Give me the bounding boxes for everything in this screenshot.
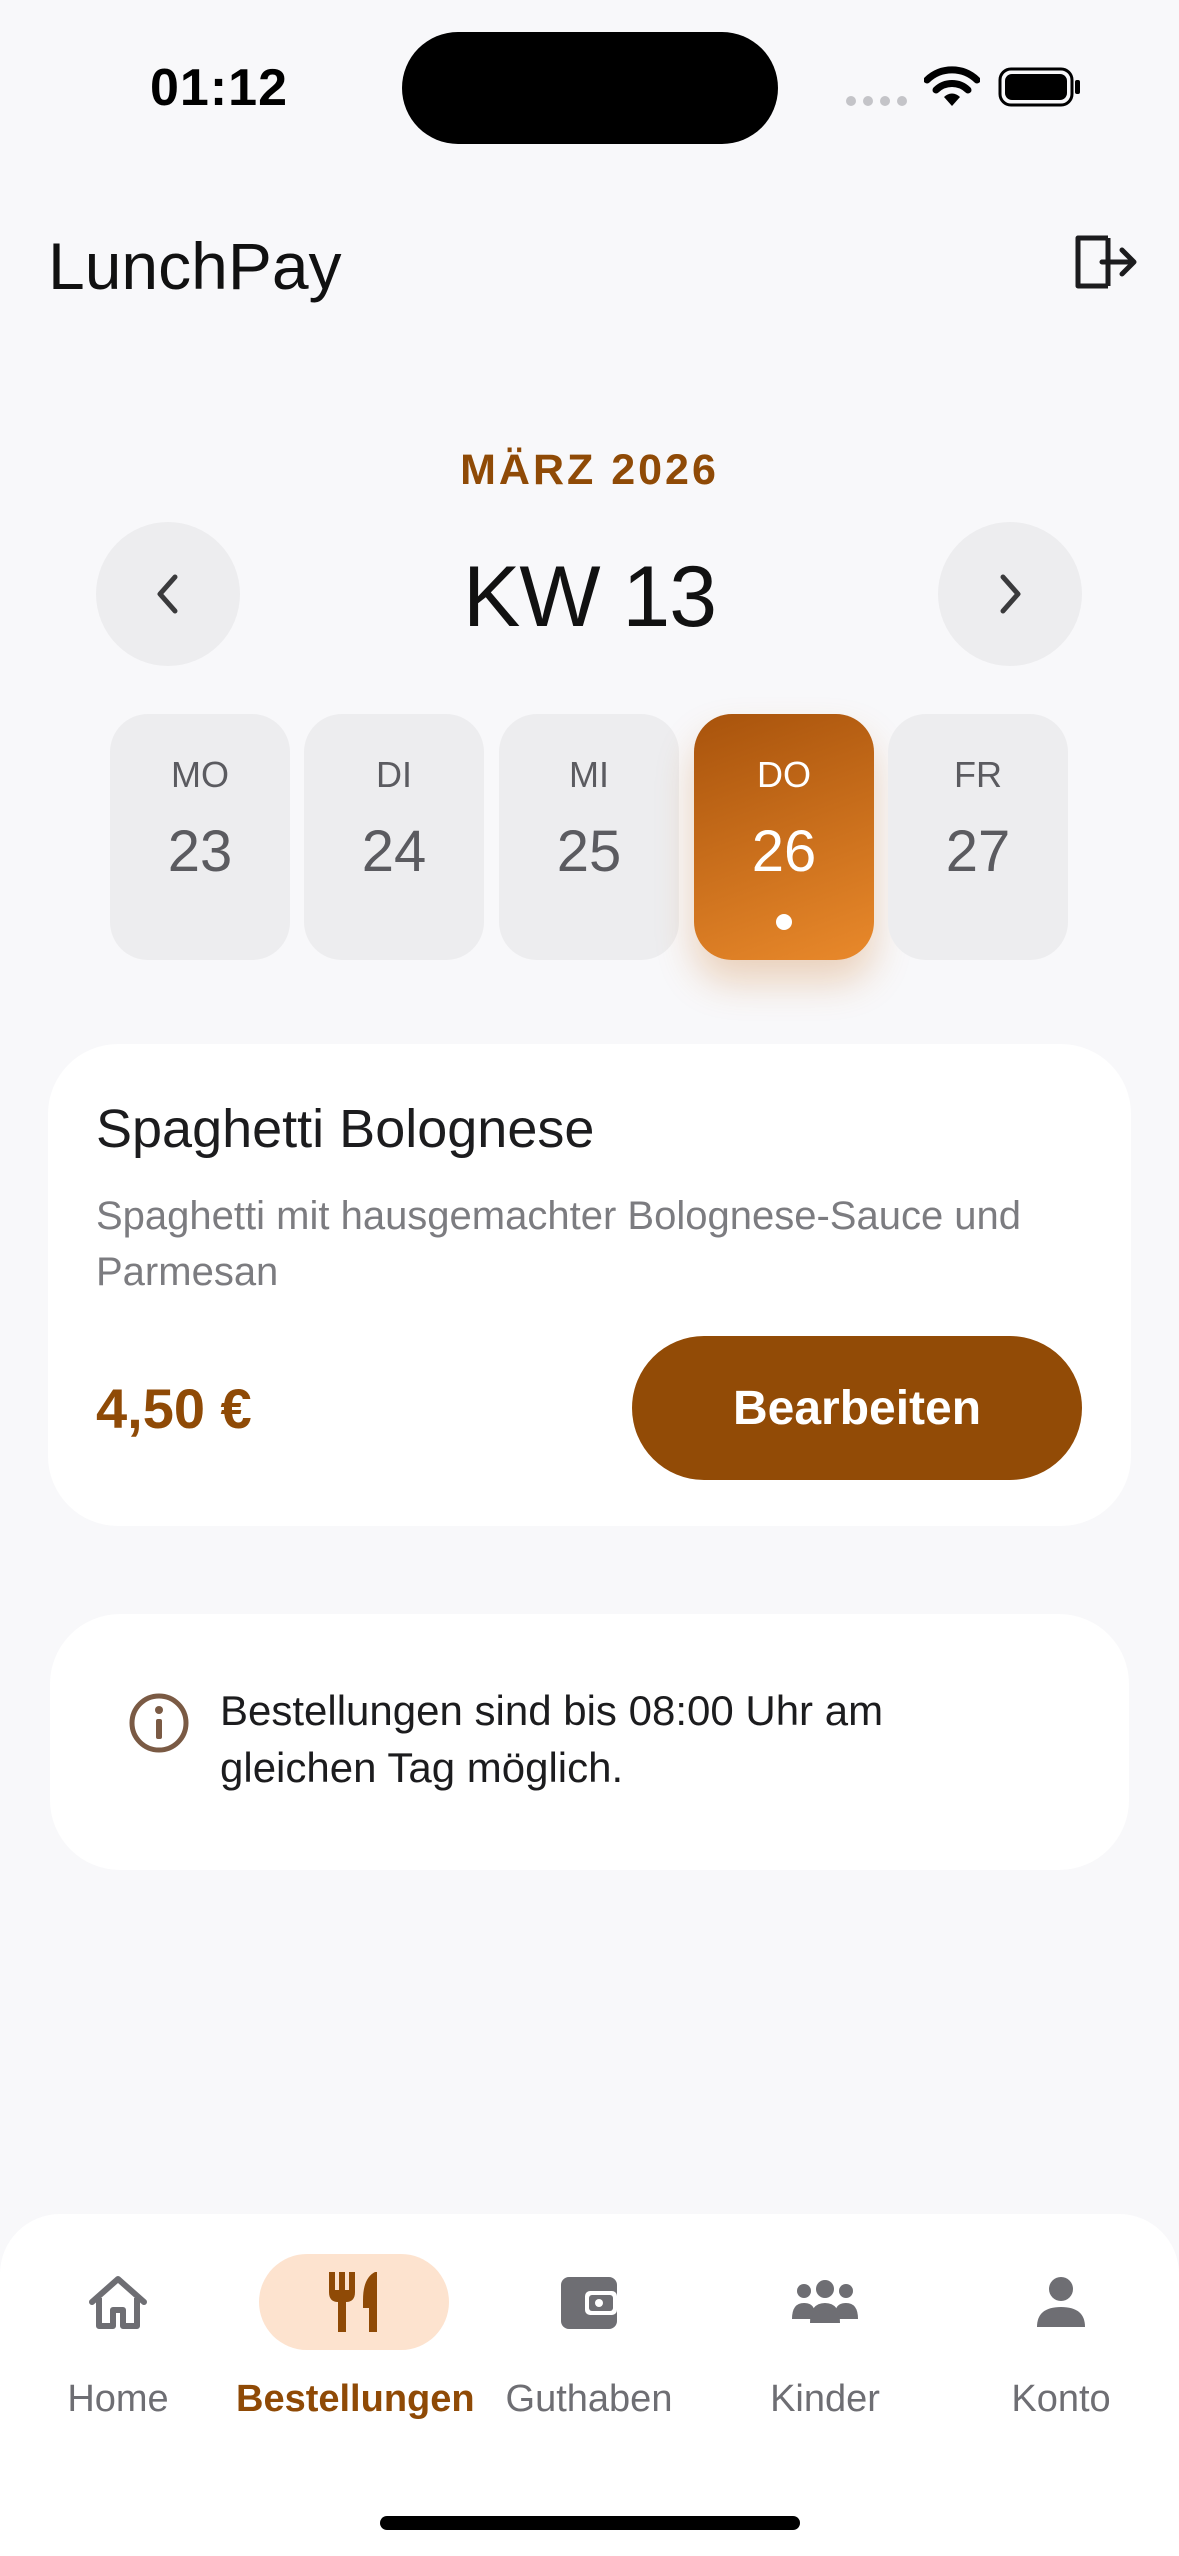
cutlery-icon [329,2272,377,2332]
tab-konto[interactable]: Konto [943,2254,1179,2434]
tab-label: Home [67,2378,169,2420]
day-name: DO [757,754,811,795]
dynamic-island [402,32,778,144]
tab-guthaben[interactable]: Guthaben [471,2254,707,2434]
tab-bestellungen[interactable]: Bestellungen [236,2254,475,2434]
next-week-button[interactable] [938,522,1082,666]
tab-label: Bestellungen [236,2378,475,2420]
status-time: 01:12 [150,59,288,117]
day-thursday-selected[interactable]: DO 26 [694,714,874,960]
home-indicator [380,2516,800,2530]
tab-label: Kinder [770,2378,880,2420]
meal-price: 4,50 € [96,1377,252,1440]
meal-description: Spaghetti mit hausgemachter Bolognese-Sa… [96,1194,1022,1294]
home-icon [89,2276,147,2329]
logout-icon[interactable] [1072,232,1138,292]
meal-title: Spaghetti Bolognese [96,1099,595,1159]
wifi-icon [924,66,980,106]
meal-card: Spaghetti Bolognese Spaghetti mit hausge… [48,1044,1131,1526]
app-title: LunchPay [48,229,342,303]
order-deadline-info: Bestellungen sind bis 08:00 Uhr am gleic… [220,1687,884,1791]
day-number: 23 [167,819,233,884]
day-name: FR [954,754,1002,795]
day-wednesday[interactable]: MI 25 [499,714,679,960]
group-icon [792,2280,858,2323]
month-label: MÄRZ 2026 [460,446,719,494]
battery-icon [998,67,1080,107]
day-name: MI [569,754,609,795]
info-card: Bestellungen sind bis 08:00 Uhr am gleic… [50,1614,1129,1870]
day-tuesday[interactable]: DI 24 [304,714,484,960]
bottom-tab-bar: Home Bestellungen Guthaben Kinder Konto [0,2214,1179,2556]
day-number: 27 [945,819,1011,884]
day-name: MO [171,754,229,795]
edit-order-button[interactable]: Bearbeiten [632,1336,1082,1480]
screen: 01:12 LunchPay MÄRZ 2026 KW 13 MO 23 DI … [0,0,1179,2556]
tab-home[interactable]: Home [0,2254,236,2434]
wallet-icon [561,2277,617,2329]
tab-label: Guthaben [505,2378,673,2420]
chevron-right-icon [1000,574,1021,614]
day-number: 24 [361,819,427,884]
day-friday[interactable]: FR 27 [888,714,1068,960]
cellular-signal-icon [846,96,907,106]
tab-kinder[interactable]: Kinder [707,2254,943,2434]
day-number: 26 [751,819,817,884]
day-number: 25 [556,819,622,884]
day-name: DI [376,754,412,795]
info-icon [129,1693,189,1753]
day-monday[interactable]: MO 23 [110,714,290,960]
person-icon [1037,2277,1085,2327]
order-indicator-dot [776,914,792,930]
tab-label: Konto [1011,2378,1111,2420]
